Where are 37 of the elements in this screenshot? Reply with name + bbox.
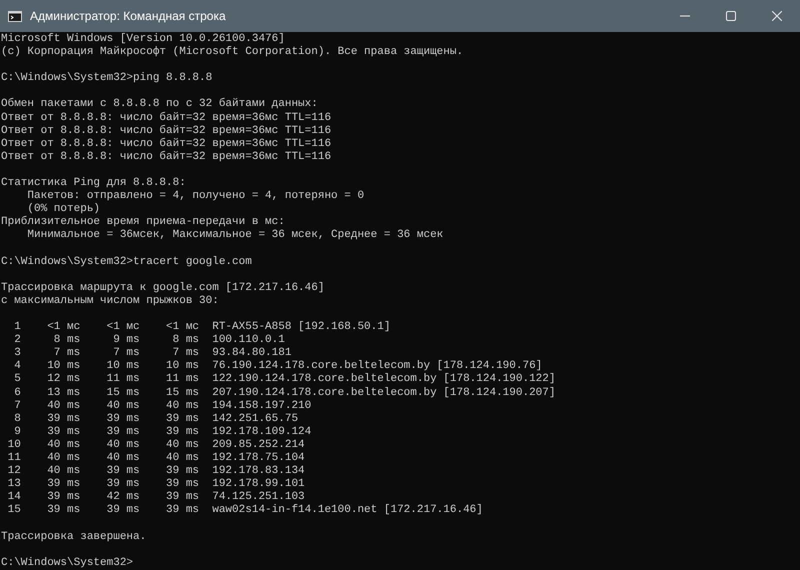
console-line: (0% потерь) — [26, 203, 100, 216]
console-line: 10 40 ms 40 ms 40 ms 209.85.252.214 — [6, 438, 305, 452]
console-line: 7 40 ms 40 ms 40 ms 194.158.197.210 — [13, 400, 312, 413]
console-line: Ответ от 8.8.8.8: число байт=32 время=36мс TTL=116 — [1, 124, 332, 138]
maximize-icon — [726, 11, 736, 21]
console-line: Microsoft Windows [Version 10.0.26100.3476] — [1, 33, 285, 46]
console-line: 13 39 ms 39 ms 39 ms 192.178.99.101 — [6, 478, 305, 492]
console-line: 3 7 ms 7 ms 7 ms 93.84.80.181 — [13, 347, 292, 360]
console-line: Трассировка завершена. — [1, 530, 146, 544]
console-line: Ответ от 8.8.8.8: число байт=32 время=36мс TTL=116 — [1, 150, 332, 164]
terminal-icon — [8, 10, 22, 22]
console-line: 15 39 ms 39 ms 39 ms waw02s14-in-f14.1e100.net [172.217.16.46] — [6, 504, 483, 518]
console-line: Статистика Ping для 8.8.8.8: — [1, 177, 186, 190]
console-line: Приблизительное время приема-передачи в мс: — [1, 216, 285, 230]
console-line: 11 40 ms 40 ms 40 ms 192.178.75.104 — [6, 452, 305, 466]
console-line: 1 <1 мс <1 мс <1 мс RT-AX55-A858 [192.168.50.1] — [13, 321, 390, 334]
console-line: 5 12 ms 11 ms 11 ms 122.190.124.178.core.beltelecom.by [178.124.190.122] — [13, 373, 556, 387]
close-icon — [772, 11, 782, 21]
console-line: C:\Windows\System32>ping 8.8.8.8 — [1, 72, 212, 86]
console-line: 4 10 ms 10 ms 10 ms 76.190.124.178.core.beltelecom.by [178.124.190.76] — [13, 360, 542, 373]
console-line: 6 13 ms 15 ms 15 ms 207.190.124.178.core.beltelecom.by [178.124.190.207] — [13, 386, 556, 400]
console-line: (c) Корпорация Майкрософт (Microsoft Corporation). Все права защищены. — [1, 46, 464, 60]
console-line: с максимальным числом прыжков 30: — [1, 294, 219, 308]
console-line: Пакетов: отправлено = 4, получено = 4, потеряно = 0 — [26, 190, 364, 203]
window-title: Администратор: Командная строка — [30, 8, 226, 25]
console-line: Трассировка маршрута к google.com [172.217.16.46] — [1, 282, 324, 295]
console-line: 12 40 ms 39 ms 39 ms 192.178.83.134 — [6, 465, 305, 478]
console-line: 2 8 ms 9 ms 8 ms 100.110.0.1 — [13, 334, 285, 348]
console-line: C:\Windows\System32> — [1, 556, 134, 570]
console-line: C:\Windows\System32>tracert google.com — [1, 256, 252, 269]
console-line: Обмен пакетами с 8.8.8.8 по с 32 байтами данных: — [1, 98, 318, 112]
console-line: Минимальное = 36мсек, Максимальное = 36 мсек, Среднее = 36 мсек — [26, 229, 444, 242]
console-line: 14 39 ms 42 ms 39 ms 74.125.251.103 — [6, 491, 305, 504]
console-line: Ответ от 8.8.8.8: число байт=32 время=36мс TTL=116 — [1, 112, 332, 124]
console-line: Ответ от 8.8.8.8: число байт=32 время=36мс TTL=116 — [1, 138, 332, 150]
console-line: 8 39 ms 39 ms 39 ms 142.251.65.75 — [13, 412, 298, 426]
console-line: 9 39 ms 39 ms 39 ms 192.178.109.124 — [13, 426, 312, 439]
